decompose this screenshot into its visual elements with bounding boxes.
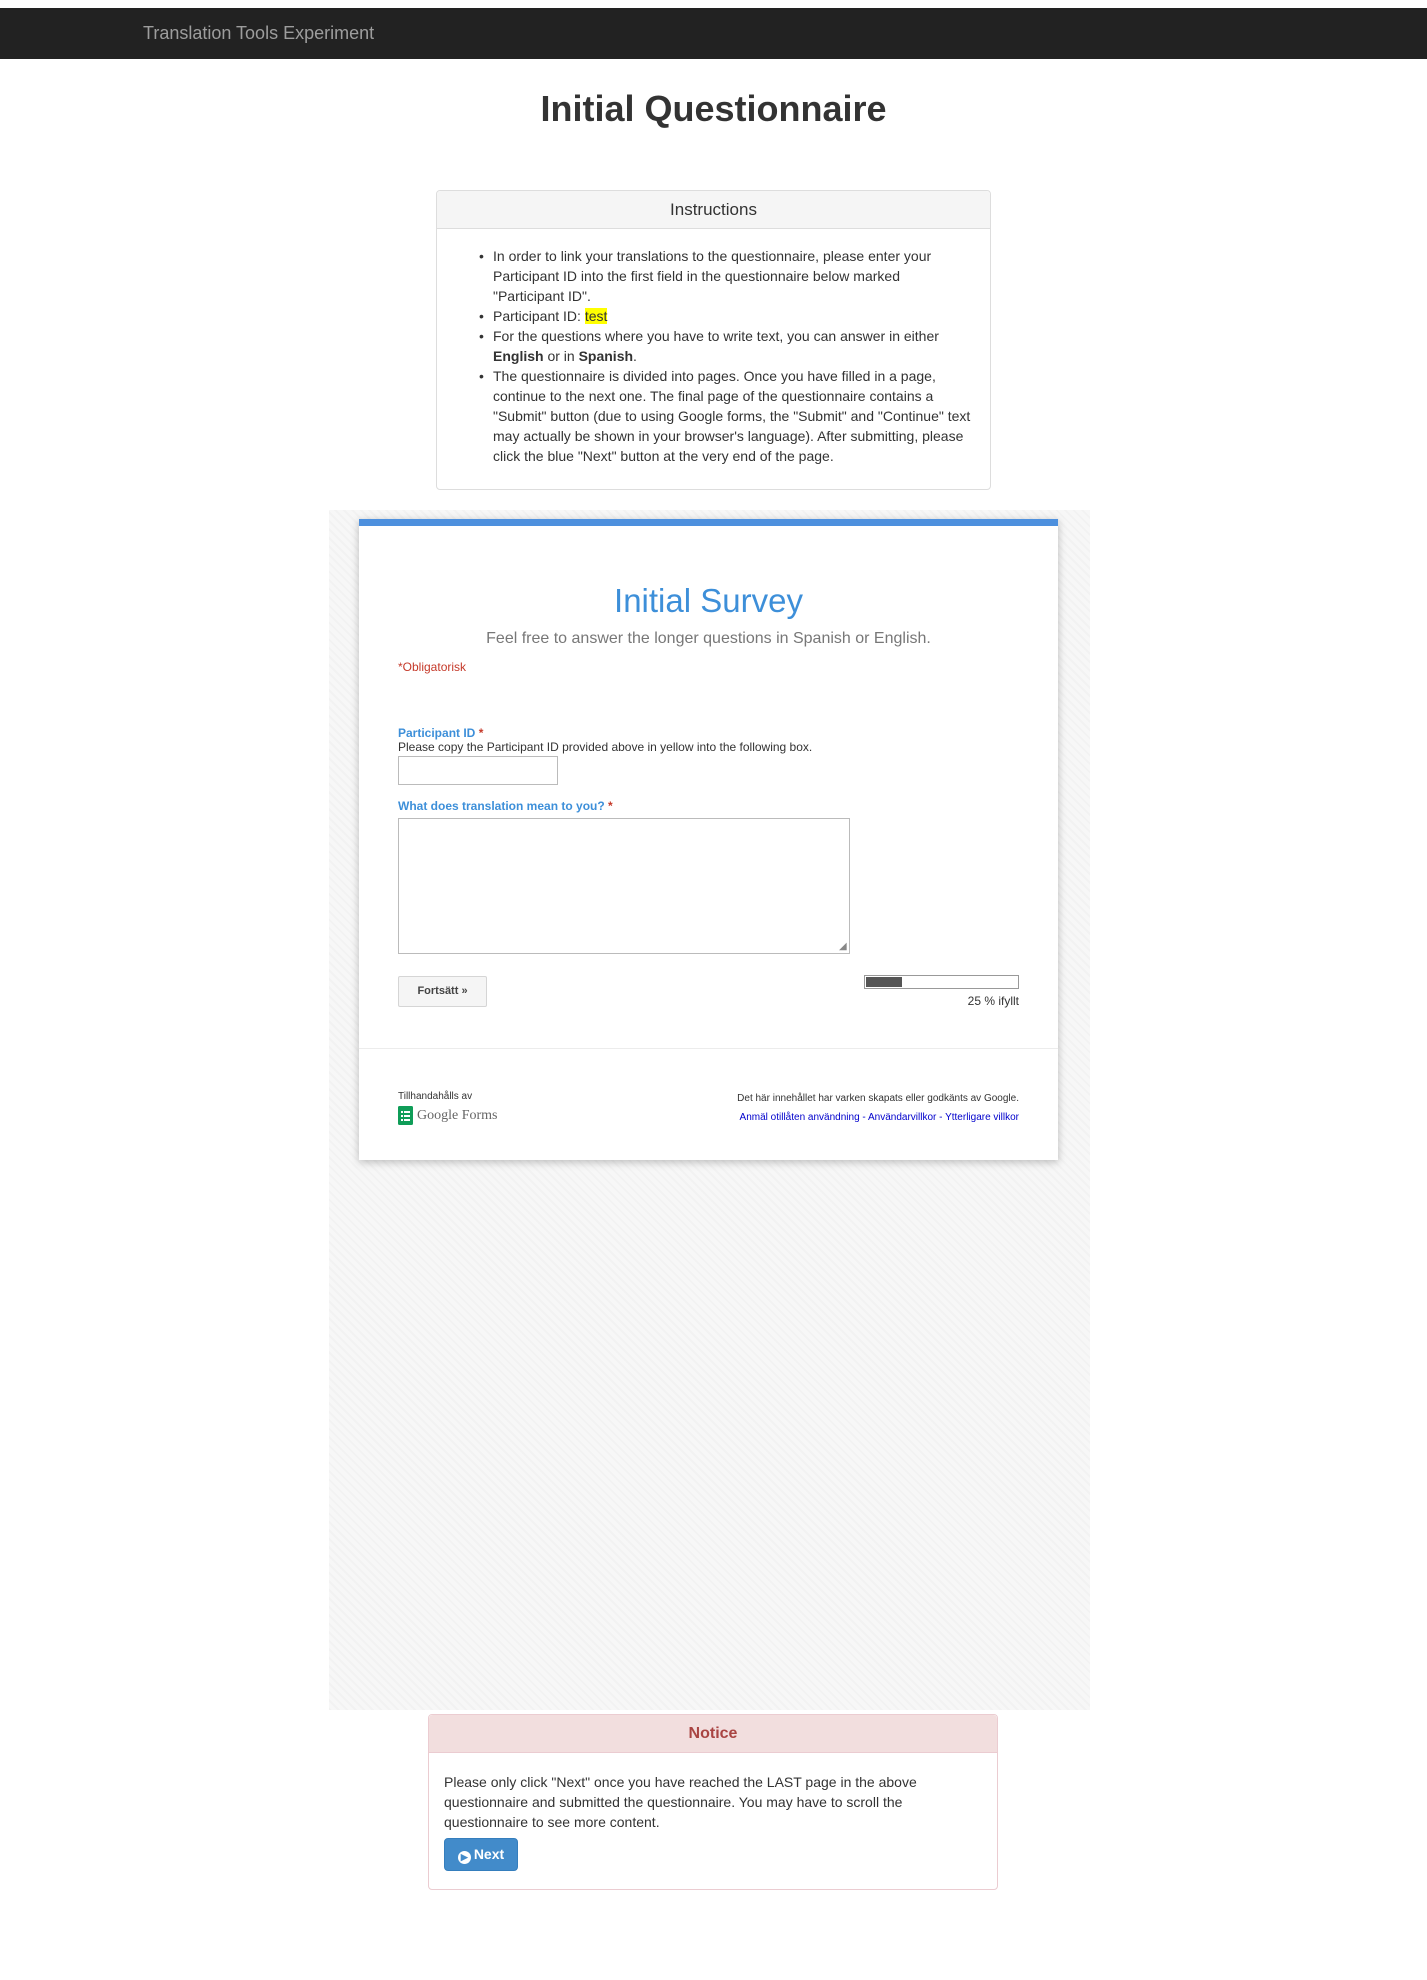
instructions-text: For the questions where you have to writ… bbox=[493, 328, 939, 344]
progress-text: 25 % ifyllt bbox=[967, 994, 1019, 1008]
instructions-heading: Instructions bbox=[437, 191, 990, 229]
instructions-item: For the questions where you have to writ… bbox=[479, 326, 973, 366]
instructions-item: The questionnaire is divided into pages.… bbox=[479, 366, 973, 466]
survey-card: Initial Survey Feel free to answer the l… bbox=[359, 519, 1058, 1160]
progress-bar bbox=[864, 975, 1019, 989]
footer-links: Anmäl otillåten användning - Användarvil… bbox=[740, 1112, 1019, 1123]
google-forms-logo[interactable]: Google Forms bbox=[398, 1106, 498, 1126]
participant-id-help: Please copy the Participant ID provided … bbox=[398, 740, 813, 754]
participant-id-value: test bbox=[584, 308, 608, 324]
continue-button[interactable]: Fortsätt » bbox=[398, 976, 487, 1007]
english-label: English bbox=[493, 348, 544, 364]
google-forms-text: Google Forms bbox=[417, 1107, 498, 1123]
progress-bar-fill bbox=[866, 977, 903, 987]
page-title: Initial Questionnaire bbox=[540, 88, 887, 129]
divider bbox=[359, 1048, 1058, 1049]
resize-handle-icon[interactable]: ◢ bbox=[839, 942, 849, 952]
instructions-item: Participant ID: test bbox=[479, 306, 973, 326]
instructions-panel: Instructions In order to link your trans… bbox=[436, 190, 991, 490]
participant-id-label: Participant ID * bbox=[398, 726, 483, 740]
google-forms-icon bbox=[398, 1106, 413, 1125]
notice-heading: Notice bbox=[429, 1715, 997, 1753]
required-note: *Obligatorisk bbox=[398, 660, 467, 674]
instructions-text: or in bbox=[543, 348, 579, 364]
question-label-text: Participant ID bbox=[398, 726, 476, 740]
participant-id-input[interactable] bbox=[398, 756, 558, 785]
next-button-label: Next bbox=[473, 1846, 505, 1862]
provided-by-label: Tillhandahålls av bbox=[398, 1091, 473, 1102]
instructions-item: In order to link your translations to th… bbox=[479, 246, 973, 306]
required-star: * bbox=[478, 726, 484, 740]
arrow-circle-right-icon: ▶ bbox=[457, 1851, 471, 1864]
survey-title: Initial Survey bbox=[614, 582, 803, 619]
translation-answer-textarea[interactable] bbox=[398, 818, 850, 954]
navbar-brand[interactable]: Translation Tools Experiment bbox=[143, 23, 374, 44]
survey-description: Feel free to answer the longer questions… bbox=[486, 630, 931, 647]
required-star: * bbox=[608, 799, 613, 813]
instructions-list: In order to link your translations to th… bbox=[479, 246, 973, 466]
additional-terms-link[interactable]: Ytterligare villkor bbox=[945, 1112, 1019, 1123]
instructions-text: . bbox=[633, 348, 637, 364]
next-button[interactable]: ▶ Next bbox=[444, 1838, 518, 1871]
link-separator: - bbox=[936, 1112, 946, 1123]
report-abuse-link[interactable]: Anmäl otillåten användning bbox=[740, 1112, 860, 1123]
participant-id-prefix: Participant ID: bbox=[493, 308, 585, 324]
question-label-text: What does translation mean to you? bbox=[398, 799, 605, 813]
notice-panel: Notice Please only click "Next" once you… bbox=[428, 1714, 998, 1890]
link-separator: - bbox=[859, 1112, 868, 1123]
disclaimer: Det här innehållet har varken skapats el… bbox=[737, 1093, 1019, 1104]
translation-question-label: What does translation mean to you? * bbox=[398, 799, 613, 813]
navbar: Translation Tools Experiment bbox=[0, 8, 1427, 59]
terms-link[interactable]: Användarvillkor bbox=[868, 1112, 936, 1123]
spanish-label: Spanish bbox=[578, 348, 634, 364]
notice-body: Please only click "Next" once you have r… bbox=[444, 1774, 917, 1830]
